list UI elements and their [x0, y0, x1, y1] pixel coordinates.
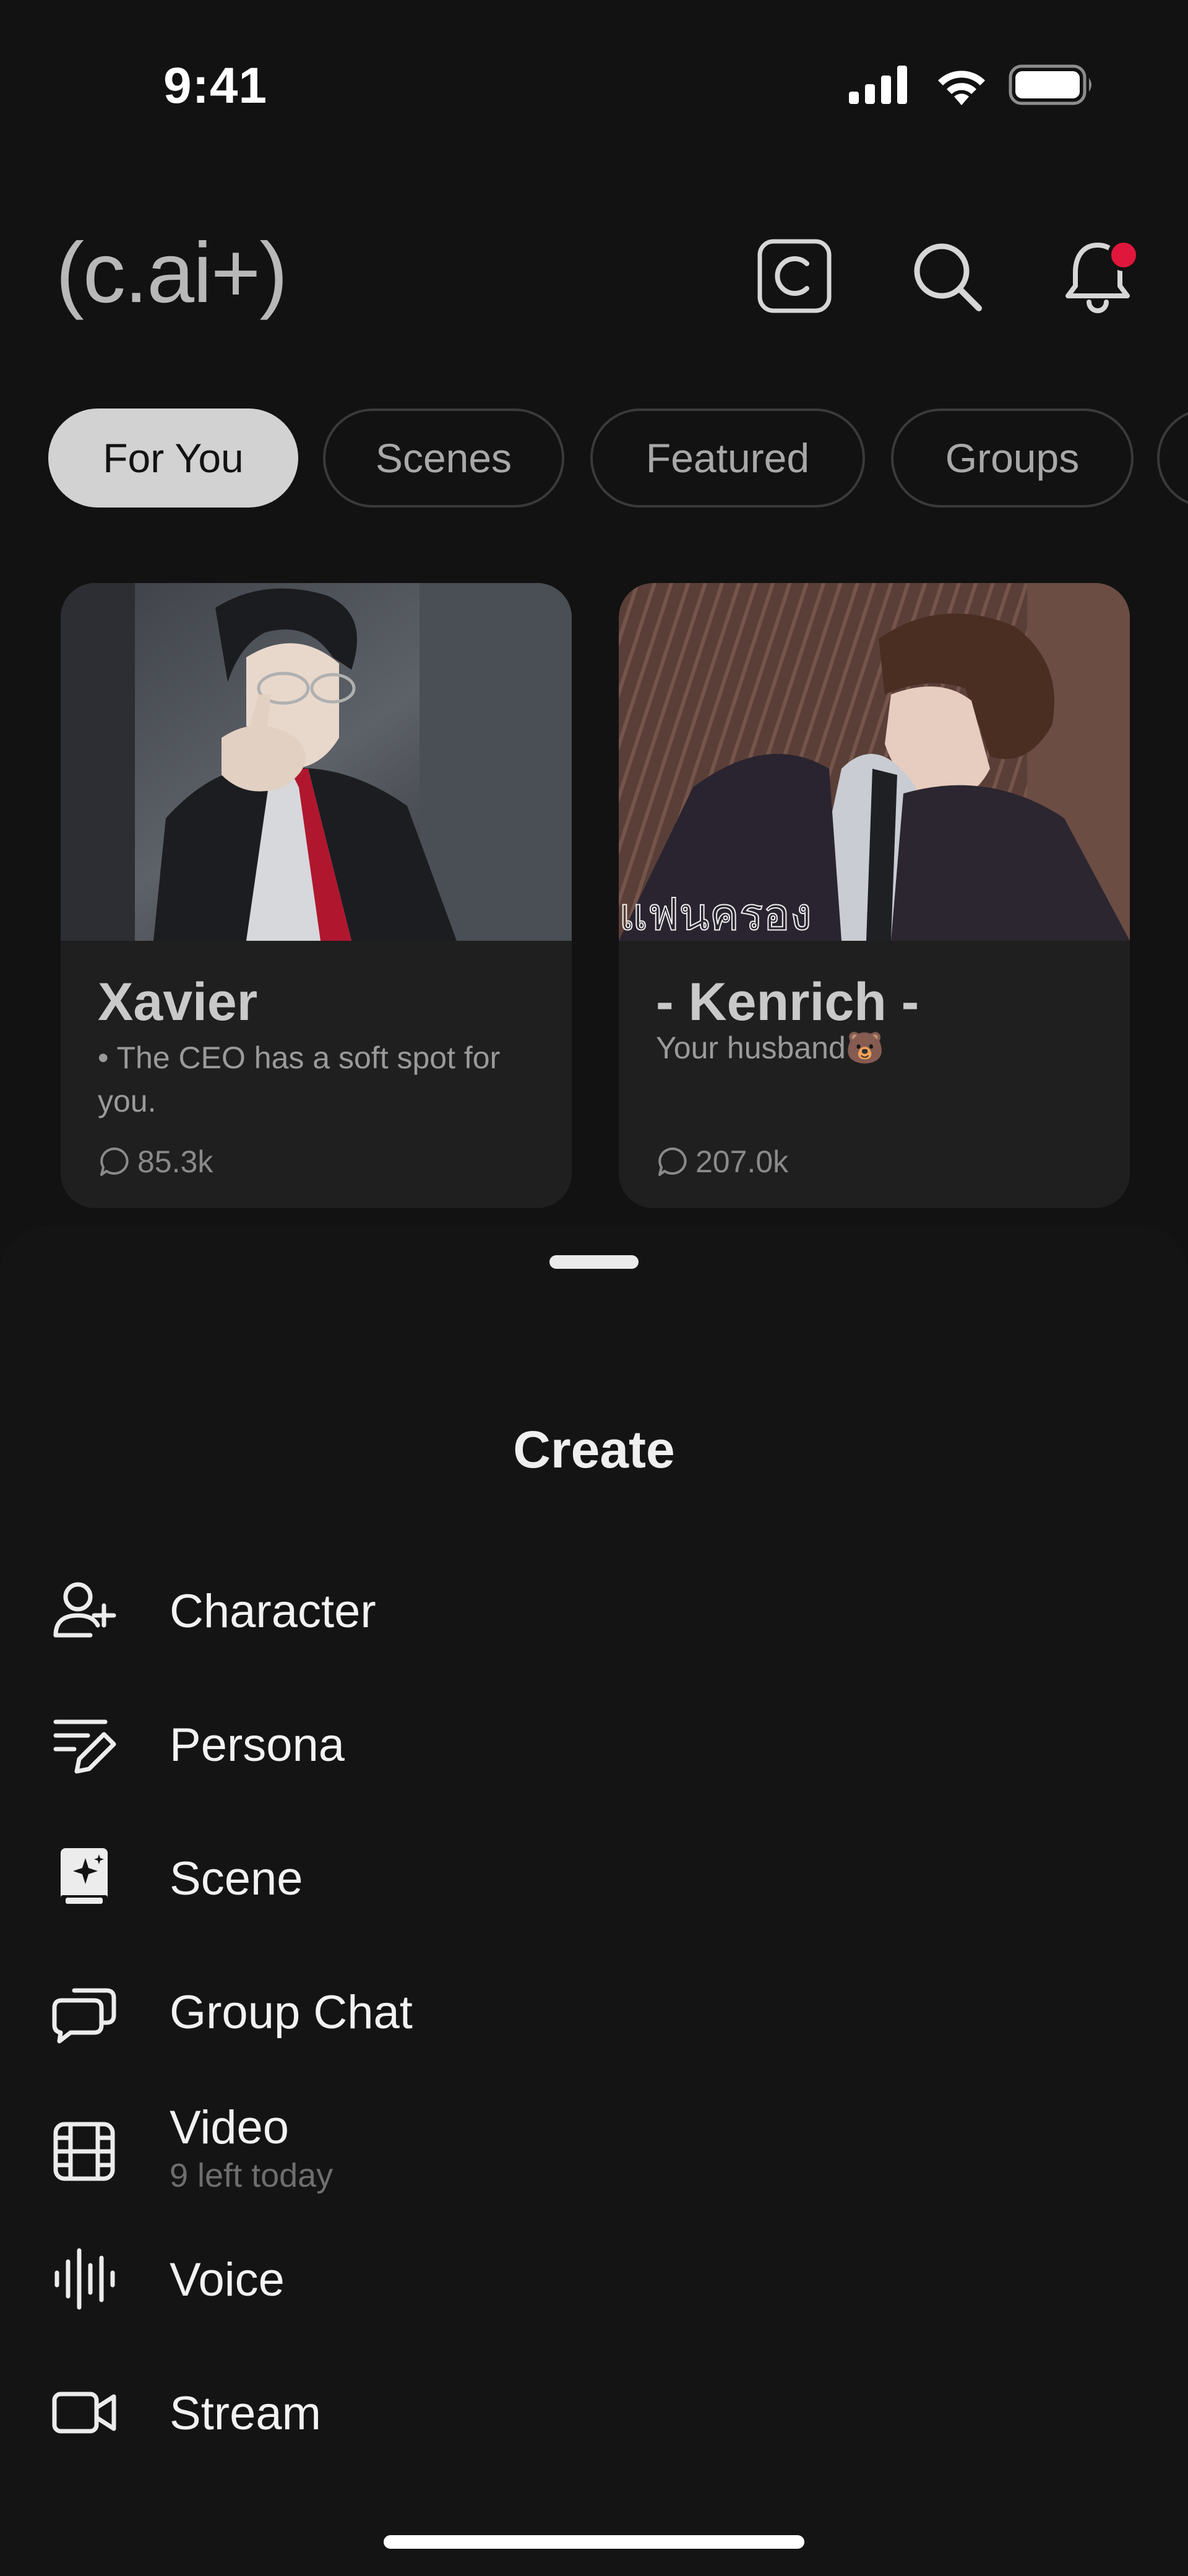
character-name: Xavier [98, 972, 258, 1032]
character-name: - Kenrich - [656, 972, 919, 1032]
menu-label: Persona [170, 1719, 345, 1771]
menu-sublabel: 9 left today [170, 2157, 334, 2194]
create-stream-item[interactable]: Stream [0, 2351, 1188, 2474]
chat-count-value: 85.3k [137, 1144, 213, 1179]
character-avatar-image [61, 583, 572, 941]
status-icons [848, 64, 1095, 114]
app-screen: 9:41 (c.ai+) For You Scenes Featured Gro… [0, 0, 1188, 2576]
signal-icon [849, 66, 907, 104]
create-persona-item[interactable]: Persona [0, 1682, 1188, 1806]
sheet-drag-handle[interactable] [549, 1255, 639, 1269]
character-avatar-image: แฟนครอง [619, 583, 1130, 941]
menu-label: Stream [170, 2387, 321, 2440]
chat-bubble-icon [100, 1148, 129, 1176]
create-scene-item[interactable]: Scene [0, 1816, 1188, 1940]
chat-bubble-icon [658, 1148, 687, 1176]
search-icon [914, 243, 982, 311]
menu-label: Video [170, 2101, 290, 2154]
create-character-item[interactable]: Character [0, 1549, 1188, 1672]
sparkle-book-icon [50, 1843, 119, 1913]
app-logo[interactable]: (c.ai+) [56, 224, 288, 322]
create-voice-item[interactable]: Voice [0, 2217, 1188, 2341]
notification-badge [1108, 239, 1140, 271]
category-tabs: For You Scenes Featured Groups [48, 408, 1188, 511]
tab-more[interactable] [1157, 408, 1188, 508]
create-video-item[interactable]: Video 9 left today [0, 2083, 1188, 2207]
character-description: Your husband🐻 [656, 1031, 885, 1065]
chat-bubbles-icon [50, 1977, 119, 2046]
create-group-chat-item[interactable]: Group Chat [0, 1950, 1188, 2073]
status-bar: 9:41 [0, 0, 1188, 142]
character-card[interactable]: แฟนครอง - Kenrich - Your husband🐻 207.0k [619, 583, 1130, 1208]
c-coin-icon [757, 239, 832, 313]
battery-icon [1009, 64, 1091, 105]
chat-count: 85.3k [98, 1140, 213, 1183]
home-indicator[interactable] [384, 2535, 804, 2549]
menu-label: Voice [170, 2254, 285, 2306]
add-user-icon [50, 1576, 119, 1645]
menu-label: Group Chat [170, 1986, 413, 2039]
edit-lines-icon [50, 1709, 119, 1779]
tab-featured[interactable]: Featured [590, 408, 865, 508]
chat-count: 207.0k [656, 1140, 788, 1183]
menu-label: Scene [170, 1852, 303, 1905]
video-camera-icon [50, 2378, 119, 2447]
tab-for-you[interactable]: For You [48, 408, 298, 508]
card-image-caption: แฟนครอง [619, 888, 812, 940]
tab-scenes[interactable]: Scenes [323, 408, 564, 508]
character-card[interactable]: Xavier • The CEO has a soft spot for you… [61, 583, 572, 1208]
search-button[interactable] [907, 236, 986, 316]
tab-groups[interactable]: Groups [891, 408, 1134, 508]
film-icon [50, 2117, 119, 2186]
c-coin-button[interactable] [755, 236, 834, 316]
chat-count-value: 207.0k [695, 1144, 789, 1179]
status-time: 9:41 [163, 58, 268, 114]
waveform-icon [50, 2244, 119, 2314]
sheet-title: Create [513, 1420, 675, 1479]
menu-label: Character [170, 1585, 376, 1638]
wifi-icon [938, 71, 985, 105]
character-description: • The CEO has a soft spot for you. [98, 1040, 501, 1118]
create-bottom-sheet: Create Character Persona Scene Group Cha… [0, 1225, 1188, 2576]
